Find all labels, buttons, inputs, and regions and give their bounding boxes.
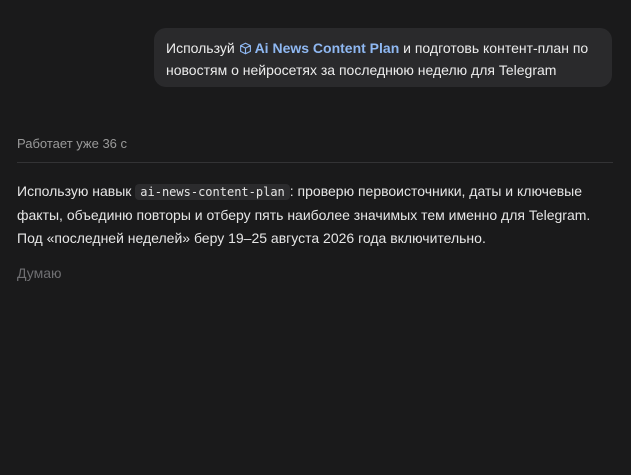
user-message-prefix: Используй bbox=[166, 40, 235, 56]
user-message-bubble: Используй Ai News Content Plan и подгото… bbox=[154, 28, 612, 87]
assistant-message: Использую навык ai-news-content-plan: пр… bbox=[17, 180, 613, 250]
skill-cube-icon bbox=[239, 42, 251, 55]
thinking-indicator: Думаю bbox=[17, 265, 62, 281]
divider bbox=[17, 162, 613, 163]
skill-chip[interactable]: Ai News Content Plan bbox=[239, 40, 400, 56]
chat-page: Используй Ai News Content Plan и подгото… bbox=[0, 0, 631, 475]
assistant-text-before-code: Использую навык bbox=[17, 183, 136, 199]
skill-chip-label: Ai News Content Plan bbox=[254, 40, 400, 56]
working-status: Работает уже 36 с bbox=[17, 136, 128, 151]
inline-code-skill: ai-news-content-plan bbox=[135, 184, 290, 200]
